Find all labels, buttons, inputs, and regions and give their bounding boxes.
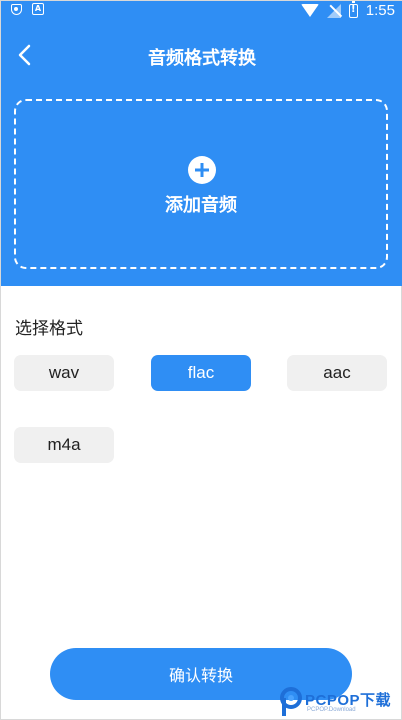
watermark-sub: PCPOP.Download [307,707,356,713]
status-right: 1:55 [300,0,395,19]
status-left: A [11,3,44,15]
a-box-icon: A [32,3,44,15]
add-audio-label: 添加音频 [165,195,237,216]
watermark: PCPOP下载 PCPOP.Download [277,684,402,720]
add-audio-dropzone[interactable]: 添加音频 [14,99,388,269]
format-option-m4a[interactable]: m4a [14,427,114,463]
format-option-aac[interactable]: aac [287,355,387,391]
format-section-title: 选择格式 [15,319,83,339]
page-title: 音频格式转换 [148,48,256,69]
plus-circle-icon [188,156,216,184]
nav-bar: 音频格式转换 [1,36,402,76]
format-option-flac[interactable]: flac [151,355,251,391]
shield-icon [11,3,22,15]
battery-alert-icon [348,0,358,18]
status-time: 1:55 [365,2,395,19]
pcpop-logo-icon [280,687,302,716]
signal-off-icon [326,3,341,18]
header-panel: A 1:55 音频格式转换 添加音频 [1,0,402,286]
status-bar: A 1:55 [1,0,402,21]
wifi-icon [300,4,319,17]
format-option-wav[interactable]: wav [14,355,114,391]
